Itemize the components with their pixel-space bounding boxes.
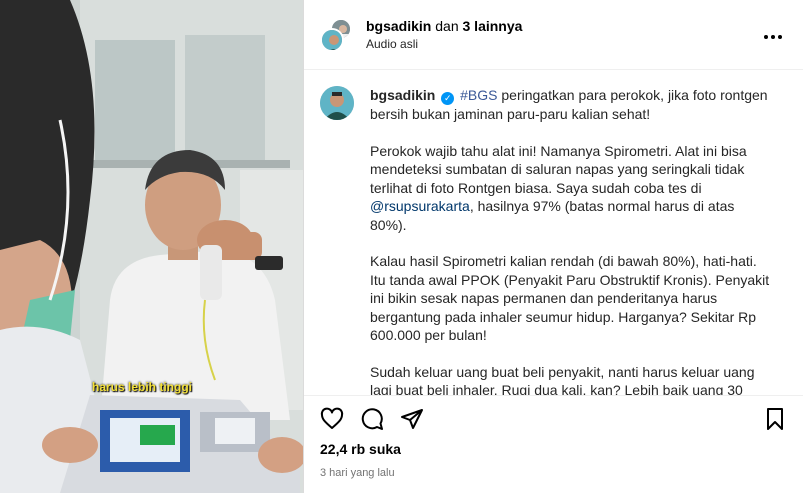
post-details-panel: bgsadikin dan 3 lainnya Audio asli bgsad… — [303, 0, 803, 493]
avatar[interactable] — [320, 86, 354, 120]
header-info: bgsadikin dan 3 lainnya Audio asli — [366, 18, 759, 51]
heart-icon[interactable] — [320, 407, 344, 431]
more-icon — [764, 35, 782, 39]
post-media[interactable]: harus lebih tinggi — [0, 0, 303, 493]
more-options-button[interactable] — [759, 20, 787, 49]
action-bar — [304, 395, 803, 441]
post-caption-area: bgsadikin ✓ #BGS peringatkan para peroko… — [304, 70, 803, 395]
bookmark-icon[interactable] — [763, 407, 787, 431]
caption-username[interactable]: bgsadikin — [370, 87, 435, 103]
caption-para2-text: Perokok wajib tahu alat ini! Namanya Spi… — [370, 142, 747, 196]
caption-paragraph-2: Perokok wajib tahu alat ini! Namanya Spi… — [370, 142, 770, 235]
video-caption: harus lebih tinggi — [92, 380, 193, 394]
avatar[interactable] — [320, 27, 344, 52]
caption-paragraph-3: Kalau hasil Spirometri kalian rendah (di… — [370, 253, 770, 343]
coauthors-link[interactable]: 3 lainnya — [463, 18, 523, 34]
verified-badge-icon: ✓ — [441, 92, 455, 105]
audio-label[interactable]: Audio asli — [366, 37, 759, 51]
caption-first-paragraph: bgsadikin ✓ #BGS peringatkan para peroko… — [370, 86, 770, 124]
caption-paragraph-4: Sudah keluar uang buat beli penyakit, na… — [370, 363, 755, 396]
comment-icon[interactable] — [360, 407, 384, 431]
post-caption: bgsadikin ✓ #BGS peringatkan para peroko… — [370, 86, 770, 395]
mention-link[interactable]: @rsupsurakarta — [370, 198, 470, 214]
coauthors-prefix: dan — [431, 18, 463, 34]
send-icon[interactable] — [400, 407, 424, 431]
video-frame — [0, 0, 303, 493]
post-viewer: harus lebih tinggi bgsadikin dan 3 lainn… — [0, 0, 803, 493]
header-username[interactable]: bgsadikin — [366, 18, 431, 34]
hashtag-link[interactable]: #BGS — [460, 87, 497, 103]
header-authors: bgsadikin dan 3 lainnya — [366, 18, 759, 34]
post-timestamp[interactable]: 3 hari yang lalu — [304, 463, 803, 493]
coauthor-avatars[interactable] — [320, 17, 354, 52]
post-header: bgsadikin dan 3 lainnya Audio asli — [304, 0, 803, 70]
likes-count[interactable]: 22,4 rb suka — [304, 441, 803, 463]
